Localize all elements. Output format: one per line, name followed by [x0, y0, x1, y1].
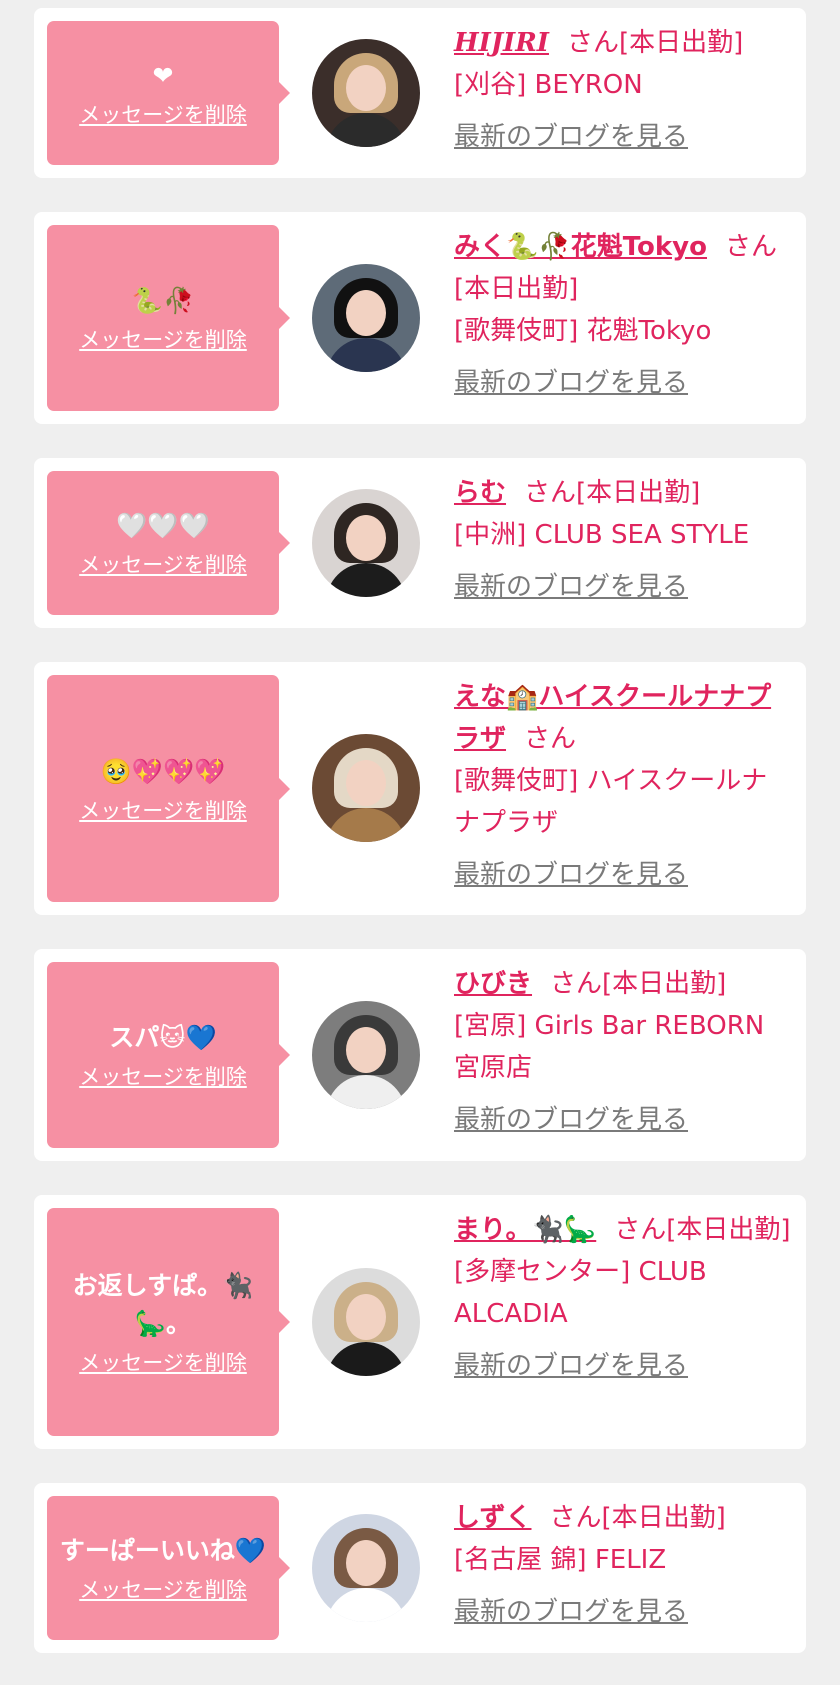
delete-message-link[interactable]: メッセージを削除 [79, 99, 247, 129]
message-bubble: 🥹💖💖💖 メッセージを削除 [47, 675, 290, 902]
latest-blog-link[interactable]: 最新のブログを見る [454, 362, 792, 404]
message-text: ❤ [152, 61, 174, 90]
cast-name-link[interactable]: HIJIRI [454, 28, 549, 58]
avatar-face [346, 290, 386, 336]
avatar-face [346, 65, 386, 111]
avatar[interactable] [312, 1001, 420, 1109]
avatar-face [346, 1294, 386, 1340]
list-item: 🐍🥀 メッセージを削除 みく🐍🥀花魁Tokyo さん[本日出勤] [歌舞伎町] 花… [34, 212, 806, 424]
avatar-body [326, 338, 406, 372]
entry-info: ひびき さん[本日出勤] [宮原] Girls Bar REBORN 宮原店 最新… [454, 963, 792, 1141]
list-item: 🥹💖💖💖 メッセージを削除 えな🏫ハイスクールナナプラザ さん [歌舞伎町] ハイ… [34, 662, 806, 915]
message-text: すーぱーいいね💙 [59, 1536, 267, 1565]
message-bubble: ❤ メッセージを削除 [47, 21, 290, 165]
message-bubble: 🐍🥀 メッセージを削除 [47, 225, 290, 411]
avatar-body [326, 113, 406, 147]
list-item: スパ🐱💙 メッセージを削除 ひびき さん[本日出勤] [宮原] Girls Bar… [34, 949, 806, 1161]
delete-message-link[interactable]: メッセージを削除 [79, 1574, 247, 1604]
shop-label: [中洲] CLUB SEA STYLE [454, 520, 750, 550]
latest-blog-link[interactable]: 最新のブログを見る [454, 116, 792, 158]
avatar-body [326, 1075, 406, 1109]
latest-blog-link[interactable]: 最新のブログを見る [454, 1099, 792, 1141]
latest-blog-link[interactable]: 最新のブログを見る [454, 854, 792, 896]
cast-name-link[interactable]: えな🏫ハイスクールナナプラザ [454, 682, 771, 754]
avatar[interactable] [312, 734, 420, 842]
latest-blog-link[interactable]: 最新のブログを見る [454, 566, 792, 608]
shop-label: [宮原] Girls Bar REBORN 宮原店 [454, 1011, 765, 1083]
message-bubble: すーぱーいいね💙 メッセージを削除 [47, 1496, 290, 1640]
list-item: 🤍🤍🤍 メッセージを削除 らむ さん[本日出勤] [中洲] CLUB SEA ST… [34, 458, 806, 628]
message-bubble: 🤍🤍🤍 メッセージを削除 [47, 471, 290, 615]
cast-suffix: さん[本日出勤] [550, 969, 727, 999]
cast-suffix: さん[本日出勤] [524, 478, 701, 508]
avatar[interactable] [312, 264, 420, 372]
entry-info: しずく さん[本日出勤] [名古屋 錦] FELIZ 最新のブログを見る [454, 1497, 792, 1633]
message-bubble: スパ🐱💙 メッセージを削除 [47, 962, 290, 1148]
message-text: お返しすぱ。🐈‍⬛🦕。 [72, 1271, 254, 1338]
message-text: スパ🐱💙 [109, 1023, 217, 1052]
avatar[interactable] [312, 489, 420, 597]
list-item: お返しすぱ。🐈‍⬛🦕。 メッセージを削除 まり。🐈‍⬛🦕 さん[本日出勤] [多摩… [34, 1195, 806, 1449]
avatar-body [326, 808, 406, 842]
delete-message-link[interactable]: メッセージを削除 [79, 1347, 247, 1377]
latest-blog-link[interactable]: 最新のブログを見る [454, 1345, 792, 1387]
message-text: 🥹💖💖💖 [100, 756, 226, 786]
latest-blog-link[interactable]: 最新のブログを見る [454, 1591, 792, 1633]
cast-name-link[interactable]: みく🐍🥀花魁Tokyo [454, 232, 707, 262]
message-bubble: お返しすぱ。🐈‍⬛🦕。 メッセージを削除 [47, 1208, 290, 1436]
delete-message-link[interactable]: メッセージを削除 [79, 324, 247, 354]
entry-info: えな🏫ハイスクールナナプラザ さん [歌舞伎町] ハイスクールナナプラザ 最新のブ… [454, 676, 792, 896]
entry-info: まり。🐈‍⬛🦕 さん[本日出勤] [多摩センター] CLUB ALCADIA 最新… [454, 1209, 792, 1387]
shop-label: [歌舞伎町] ハイスクールナナプラザ [454, 766, 768, 838]
avatar-face [346, 760, 386, 806]
avatar-body [326, 1342, 406, 1376]
delete-message-link[interactable]: メッセージを削除 [79, 1061, 247, 1091]
cast-name-link[interactable]: まり。🐈‍⬛🦕 [454, 1215, 596, 1245]
shop-label: [多摩センター] CLUB ALCADIA [454, 1257, 707, 1329]
entry-info: みく🐍🥀花魁Tokyo さん[本日出勤] [歌舞伎町] 花魁Tokyo 最新のブロ… [454, 226, 792, 404]
cast-suffix: さん[本日出勤] [566, 28, 744, 58]
shop-label: [歌舞伎町] 花魁Tokyo [454, 316, 712, 346]
avatar-body [326, 563, 406, 597]
shop-label: [刈谷] BEYRON [454, 70, 643, 100]
cast-name-link[interactable]: しずく [454, 1503, 531, 1533]
cast-suffix: さん [524, 724, 577, 754]
avatar-face [346, 1540, 386, 1586]
delete-message-link[interactable]: メッセージを削除 [79, 549, 247, 579]
entry-info: HIJIRI さん[本日出勤] [刈谷] BEYRON 最新のブログを見る [454, 22, 792, 158]
message-text: 🐍🥀 [131, 286, 195, 315]
avatar[interactable] [312, 39, 420, 147]
avatar[interactable] [312, 1268, 420, 1376]
avatar-body [326, 1588, 406, 1622]
cast-suffix: さん[本日出勤] [549, 1503, 726, 1533]
entry-info: らむ さん[本日出勤] [中洲] CLUB SEA STYLE 最新のブログを見る [454, 472, 792, 608]
cast-name-link[interactable]: らむ [454, 478, 506, 508]
avatar-face [346, 515, 386, 561]
shop-label: [名古屋 錦] FELIZ [454, 1545, 667, 1575]
avatar-face [346, 1027, 386, 1073]
message-text: 🤍🤍🤍 [116, 511, 210, 540]
avatar[interactable] [312, 1514, 420, 1622]
cast-suffix: さん[本日出勤] [614, 1215, 791, 1245]
list-item: すーぱーいいね💙 メッセージを削除 しずく さん[本日出勤] [名古屋 錦] FE… [34, 1483, 806, 1653]
delete-message-link[interactable]: メッセージを削除 [79, 795, 247, 825]
list-item: ❤ メッセージを削除 HIJIRI さん[本日出勤] [刈谷] BEYRON 最新… [34, 8, 806, 178]
cast-name-link[interactable]: ひびき [454, 969, 532, 999]
